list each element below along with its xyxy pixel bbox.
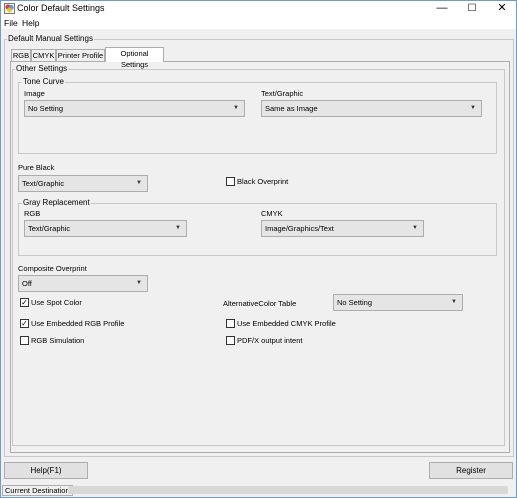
chevron-down-icon: ▼ xyxy=(136,280,142,286)
tone-curve-text-graphic-combo[interactable]: Same as Image ▼ xyxy=(261,100,482,117)
close-button[interactable]: ✕ xyxy=(488,1,516,16)
help-button[interactable]: Help(F1) xyxy=(4,462,88,479)
use-embedded-cmyk-label: Use Embedded CMYK Profile xyxy=(237,319,336,328)
rgb-simulation-checkbox[interactable] xyxy=(20,336,29,345)
tab-printer-profile[interactable]: Printer Profile xyxy=(56,49,105,61)
tone-curve-image-value: No Setting xyxy=(28,104,64,113)
menu-bar xyxy=(1,17,516,29)
menu-help[interactable]: Help xyxy=(22,18,39,28)
gray-replacement-rgb-combo[interactable]: Text/Graphic ▼ xyxy=(24,220,187,237)
pure-black-value: Text/Graphic xyxy=(22,179,65,188)
composite-overprint-combo[interactable]: Off ▼ xyxy=(18,275,148,292)
check-icon: ✓ xyxy=(21,319,28,328)
gray-replacement-cmyk-combo[interactable]: Image/Graphics/Text ▼ xyxy=(261,220,424,237)
alternative-color-table-combo[interactable]: No Setting ▼ xyxy=(333,294,463,311)
use-embedded-cmyk-checkbox[interactable] xyxy=(226,319,235,328)
current-destination-value-redacted xyxy=(68,486,508,494)
tone-curve-image-combo[interactable]: No Setting ▼ xyxy=(24,100,245,117)
gray-replacement-label: Gray Replacement xyxy=(22,198,91,207)
chevron-down-icon: ▼ xyxy=(136,180,142,186)
alternative-color-table-value: No Setting xyxy=(337,298,373,307)
pure-black-combo[interactable]: Text/Graphic ▼ xyxy=(18,175,148,192)
composite-overprint-value: Off xyxy=(22,279,32,288)
maximize-button[interactable]: ☐ xyxy=(458,1,486,16)
chevron-down-icon: ▼ xyxy=(412,225,418,231)
app-color-icon xyxy=(4,3,15,14)
chevron-down-icon: ▼ xyxy=(470,105,476,111)
tone-curve-text-graphic-value: Same as Image xyxy=(265,104,318,113)
tab-optional-settings[interactable]: Optional Settings xyxy=(105,47,164,69)
chevron-down-icon: ▼ xyxy=(451,299,457,305)
window-title: Color Default Settings xyxy=(17,3,105,13)
use-spot-color-label: Use Spot Color xyxy=(31,298,82,307)
pdfx-output-intent-label: PDF/X output intent xyxy=(237,336,303,345)
chevron-down-icon: ▼ xyxy=(175,225,181,231)
tone-curve-label: Tone Curve xyxy=(22,77,65,86)
use-spot-color-checkbox[interactable]: ✓ xyxy=(20,298,29,307)
gray-replacement-rgb-value: Text/Graphic xyxy=(28,224,71,233)
tab-rgb[interactable]: RGB xyxy=(11,49,31,61)
menu-file[interactable]: File xyxy=(4,18,18,28)
black-overprint-label: Black Overprint xyxy=(237,177,289,186)
alternative-color-table-label: AlternativeColor Table xyxy=(223,299,297,308)
other-settings-label: Other Settings xyxy=(15,64,69,73)
pdfx-output-intent-checkbox[interactable] xyxy=(226,336,235,345)
tone-curve-group xyxy=(18,82,497,154)
tone-curve-image-label: Image xyxy=(24,89,45,98)
pure-black-label: Pure Black xyxy=(18,163,55,172)
tab-cmyk[interactable]: CMYK xyxy=(31,49,56,61)
check-icon: ✓ xyxy=(21,298,28,307)
gray-replacement-cmyk-value: Image/Graphics/Text xyxy=(265,224,334,233)
chevron-down-icon: ▼ xyxy=(233,105,239,111)
register-button[interactable]: Register xyxy=(429,462,513,479)
current-destination-label: Current Destination xyxy=(2,485,73,496)
default-manual-settings-label: Default Manual Settings xyxy=(7,34,94,43)
gray-replacement-cmyk-label: CMYK xyxy=(261,209,283,218)
rgb-simulation-label: RGB Simulation xyxy=(31,336,85,345)
composite-overprint-label: Composite Overprint xyxy=(18,264,87,273)
minimize-button[interactable]: — xyxy=(428,1,456,16)
use-embedded-rgb-label: Use Embedded RGB Profile xyxy=(31,319,125,328)
tone-curve-text-graphic-label: Text/Graphic xyxy=(261,89,304,98)
gray-replacement-rgb-label: RGB xyxy=(24,209,41,218)
use-embedded-rgb-checkbox[interactable]: ✓ xyxy=(20,319,29,328)
black-overprint-checkbox[interactable] xyxy=(226,177,235,186)
